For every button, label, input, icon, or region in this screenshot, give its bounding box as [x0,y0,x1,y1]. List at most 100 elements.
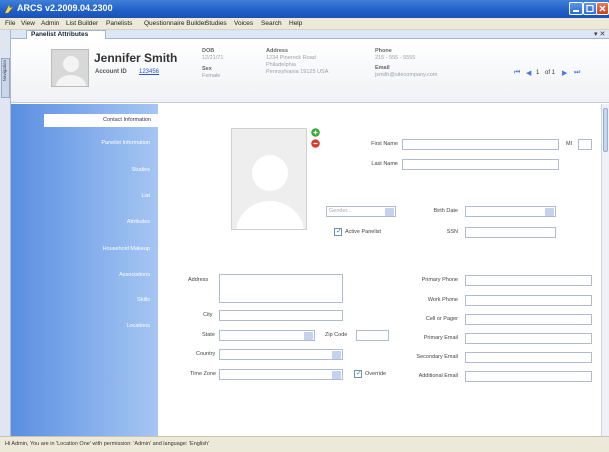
work-phone-label: Work Phone [427,297,458,303]
remove-photo-icon[interactable] [311,139,320,148]
email-label: Email [375,65,390,71]
tab-controls[interactable]: ▾ ✕ [594,30,605,38]
nav-attributes[interactable]: Attributes [127,219,150,225]
close-button[interactable] [596,2,609,15]
cell-pager-input[interactable] [465,314,592,325]
address-line: Philadelphia [266,62,296,68]
secondary-email-input[interactable] [465,352,592,363]
sex-value: Female [202,73,221,79]
override-checkbox[interactable]: ✓ [354,370,362,378]
first-name-input[interactable] [402,139,559,150]
additional-email-label: Additional Email [418,373,458,379]
window-title: ARCS v2.2009.04.2300 [17,3,113,13]
section-nav: Contact Information Panelist Information… [11,104,158,436]
time-zone-select[interactable] [219,369,343,380]
chevron-down-icon [385,208,394,216]
chevron-down-icon [332,371,341,379]
panelist-photo[interactable] [231,128,307,230]
address-textarea[interactable] [219,274,343,303]
account-id-link[interactable]: 123456 [139,69,159,75]
panelist-header: Jennifer Smith Account ID 123456 DOB 12/… [11,39,609,103]
menu-voices[interactable]: Voices [234,20,253,27]
panelist-name: Jennifer Smith [94,51,178,65]
sex-label: Sex [202,66,212,72]
nav-locations[interactable]: Locations [126,323,150,329]
status-text: Hi Admin, You are in 'Location One' with… [5,441,210,447]
record-of-label: of 1 [545,70,556,76]
nav-skills[interactable]: Skills [137,297,150,303]
gender-select[interactable]: Gender... [326,206,396,217]
prev-record-icon[interactable]: ◀ [526,69,531,77]
maximize-button[interactable] [583,2,597,15]
address-field-label: Address [188,277,209,283]
address-line: 1234 Pinerock Road [266,55,316,61]
checkmark-icon: ✓ [336,228,342,235]
menu-file[interactable]: File [5,20,15,27]
nav-household-makeup[interactable]: Household Makeup [103,246,150,252]
zip-code-label: Zip Code [325,332,348,338]
last-record-icon[interactable]: ⏭ [574,69,580,77]
state-select[interactable] [219,330,315,341]
first-record-icon[interactable]: ⏮ [514,69,520,77]
scrollbar-thumb[interactable] [603,108,608,152]
primary-phone-input[interactable] [465,275,592,286]
menu-search[interactable]: Search [261,20,282,27]
menu-admin[interactable]: Admin [41,20,59,27]
app-icon [4,4,14,14]
city-label: City [203,312,213,318]
account-id-label: Account ID [95,69,127,75]
close-icon [599,5,606,12]
work-phone-input[interactable] [465,295,592,306]
chevron-down-icon [304,332,313,340]
additional-email-input[interactable] [465,371,592,382]
dob-value: 12/21/71 [202,55,224,61]
primary-email-input[interactable] [465,333,592,344]
address-line: Pennsylvania 19125 USA [266,69,329,75]
navigation-strip-label: Navigation [2,60,7,82]
first-name-label: First Name [371,141,398,147]
avatar [51,49,89,87]
city-input[interactable] [219,310,343,321]
country-select[interactable] [219,349,343,360]
override-label: Override [365,371,387,377]
birth-date-label: Birth Date [433,208,458,214]
secondary-email-label: Secondary Email [416,354,458,360]
maximize-icon [586,4,594,13]
menu-list-builder[interactable]: List Builder [66,20,98,27]
menu-questionnaire-builder[interactable]: Questionnaire Builder [144,20,207,27]
last-name-input[interactable] [402,159,559,170]
vertical-scrollbar[interactable] [601,104,609,436]
menu-studies[interactable]: Studies [205,20,227,27]
email-value: jsmith@sitecompany.com [375,72,438,78]
active-panelist-checkbox[interactable]: ✓ [334,228,342,236]
menu-panelists[interactable]: Panelists [106,20,132,27]
last-name-label: Last Name [371,161,398,167]
record-current[interactable]: 1 [536,70,539,76]
birth-date-picker[interactable] [465,206,556,217]
chevron-down-icon [332,351,341,359]
add-photo-icon[interactable] [311,128,320,137]
minimize-button[interactable] [569,2,583,15]
primary-phone-label: Primary Phone [421,277,458,283]
next-record-icon[interactable]: ▶ [562,69,567,77]
mi-input[interactable] [578,139,592,150]
ssn-label: SSN [446,229,458,235]
photo-silhouette-icon [236,155,304,229]
nav-panelist-information[interactable]: Panelist Information [101,140,150,146]
menu-help[interactable]: Help [289,20,302,27]
tab-panelist-attributes[interactable]: Panelist Attributes [26,30,106,39]
nav-associations[interactable]: Associations [119,272,150,278]
state-label: State [202,332,215,338]
checkmark-icon: ✓ [356,370,362,377]
zip-code-input[interactable] [356,330,389,341]
dob-label: DOB [202,48,215,54]
nav-list[interactable]: List [141,193,150,199]
nav-contact-information[interactable]: Contact Information [44,114,158,127]
ssn-input[interactable] [465,227,556,238]
nav-studies[interactable]: Studies [132,167,150,173]
avatar-silhouette-icon [56,56,86,86]
menu-bar: File View Admin List Builder Panelists Q… [0,18,609,30]
menu-view[interactable]: View [21,20,35,27]
country-label: Country [196,351,216,357]
side-strip: Navigation [0,30,11,436]
